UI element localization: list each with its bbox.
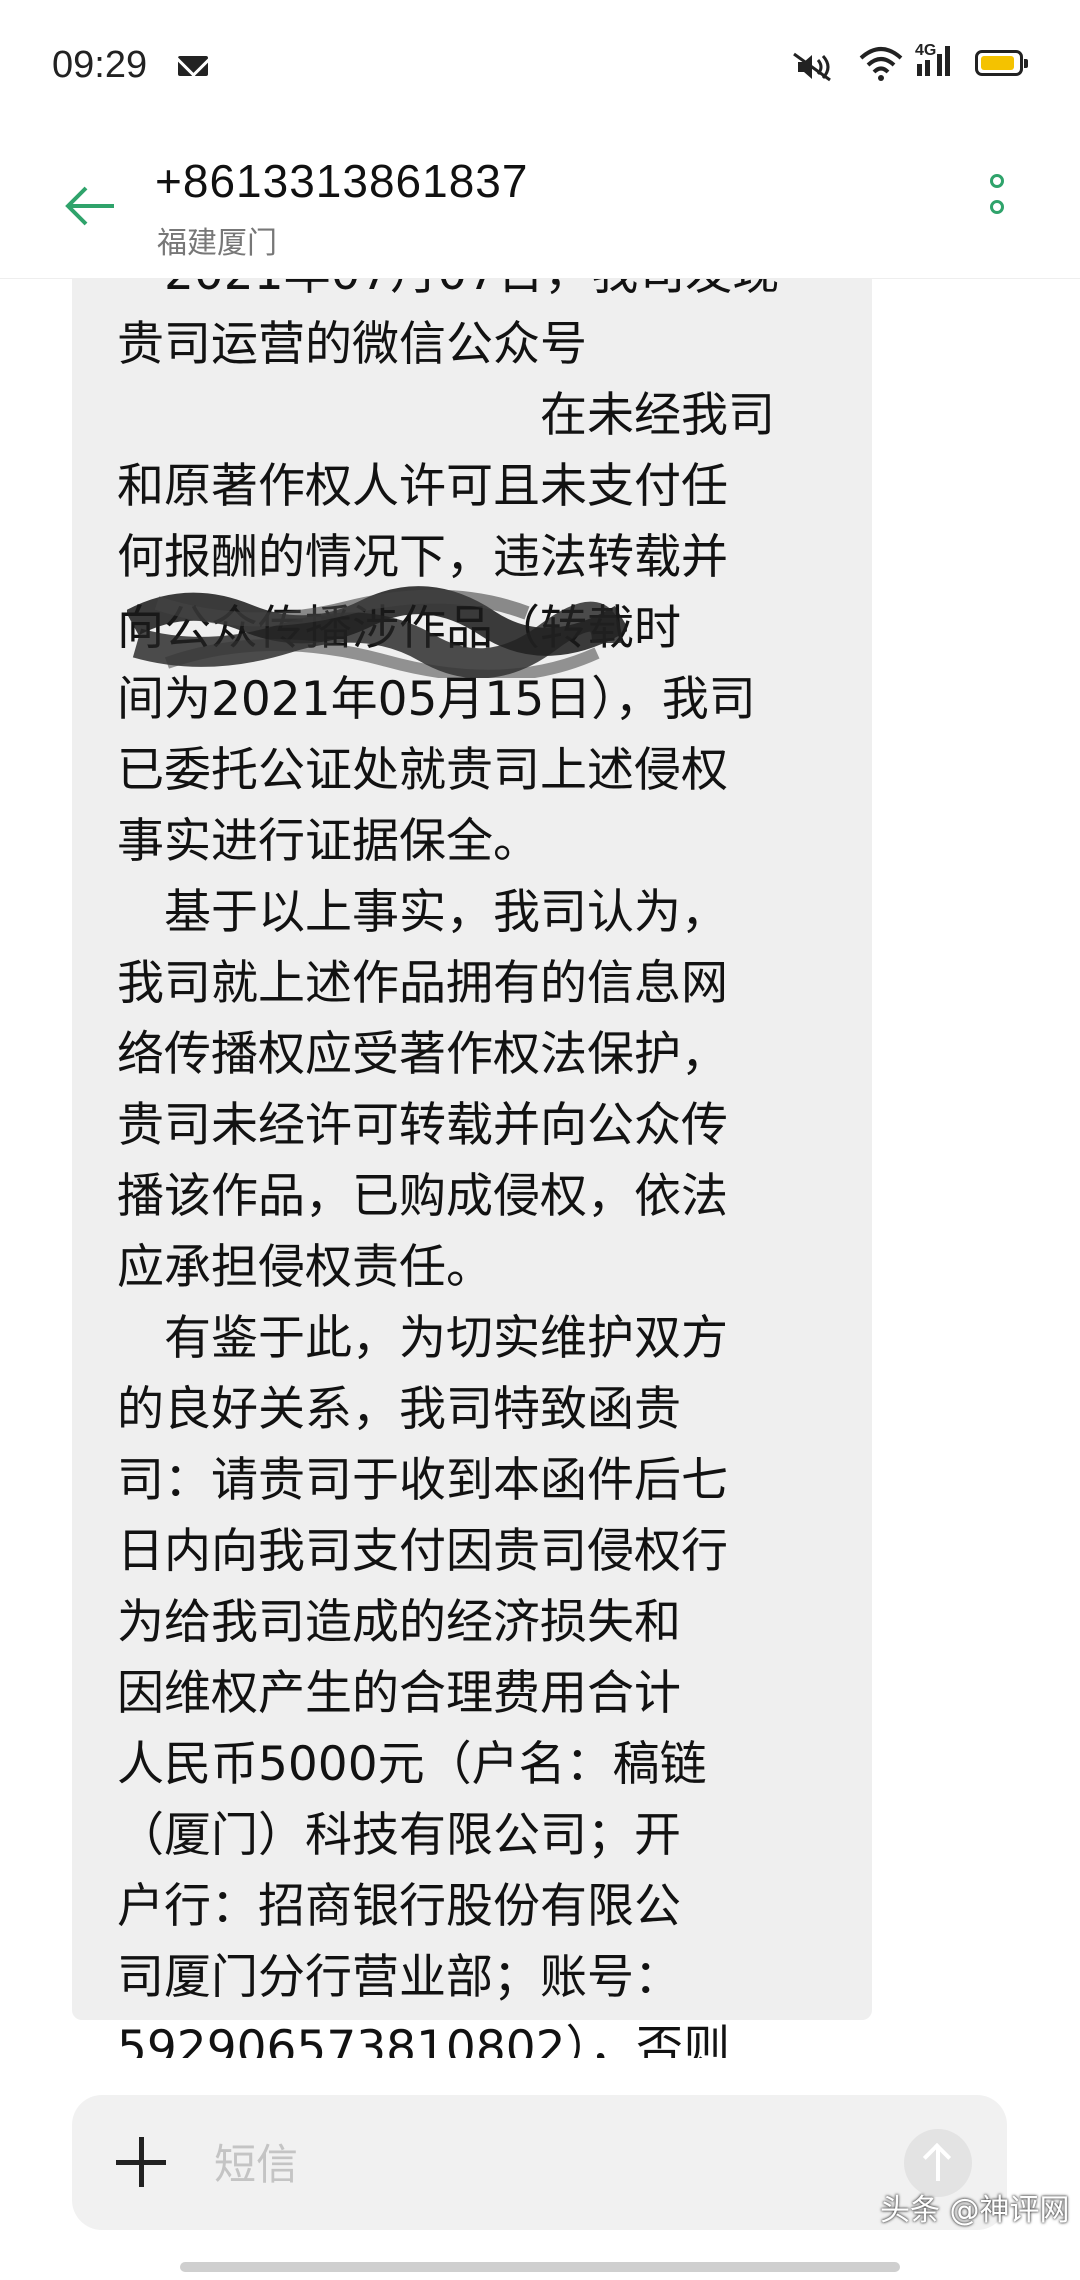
message-line: 的良好关系，我司特致函贵 [117,1382,681,1437]
message-line: 贵司未经许可转载并向公众传 [117,1098,728,1153]
message-line: 司厦门分行营业部；账号： [117,1950,681,2005]
message-line: 基于以上事实，我司认为， [117,885,728,940]
message-line: 应承担侵权责任。 [117,1240,493,1295]
message-line: 户行：招商银行股份有限公 [117,1879,681,1934]
message-line: 因维权产生的合理费用合计 [117,1666,681,1721]
message-text: 2021年07月07日，我司发现贵司运营的微信公众号 在未经我司和原著作权人许可… [117,278,817,2058]
message-line: 贵司运营的微信公众号 [117,317,587,372]
status-time: 09:29 [52,44,148,86]
redaction-scribble [127,586,627,678]
gesture-nav-bar[interactable] [180,2262,900,2272]
signal-icon: 4G [915,42,965,82]
contact-location: 福建厦门 [157,226,277,261]
watermark: 头条 @神评网 [880,2193,1070,2228]
message-line: 人民币5000元（户名：稿链 [117,1737,707,1792]
message-line: 有鉴于此，为切实维护双方 [117,1311,728,1366]
message-line: 事实进行证据保全。 [117,814,540,869]
message-line: 播该作品，已购成侵权，依法 [117,1169,728,1224]
mail-icon [178,56,208,76]
message-line: 和原著作权人许可且未支付任 [117,459,728,514]
compose-bar [72,2095,1007,2230]
network-type-label: 4G [915,42,937,59]
message-line: 2021年07月07日，我司发现 [117,278,817,309]
wifi-icon [859,47,903,81]
message-line: 日内向我司支付因贵司侵权行 [117,1524,728,1579]
message-line: （厦门）科技有限公司；开 [117,1808,681,1863]
message-line: 司：请贵司于收到本函件后七 [117,1453,728,1508]
message-line: 已委托公证处就贵司上述侵权 [117,743,728,798]
sms-input[interactable] [212,2133,836,2195]
message-line: 在未经我司 [117,388,775,443]
more-vertical-icon[interactable] [980,172,1020,242]
plus-icon[interactable] [114,2135,168,2189]
status-bar: 09:29 4G [0,0,1080,130]
mute-icon [793,52,831,82]
conversation-header: +8613313861837 福建厦门 [0,130,1080,279]
contact-number[interactable]: +8613313861837 [155,154,528,208]
message-bubble[interactable]: 2021年07月07日，我司发现贵司运营的微信公众号 在未经我司和原著作权人许可… [72,278,872,2058]
arrow-left-icon[interactable] [60,176,120,236]
message-list[interactable]: 2021年07月07日，我司发现贵司运营的微信公众号 在未经我司和原著作权人许可… [0,278,1080,2058]
message-line: 络传播权应受著作权法保护， [117,1027,728,1082]
message-line: 592906573810802），否则 [117,2021,731,2058]
message-line: 我司就上述作品拥有的信息网 [117,956,728,1011]
battery-icon [975,50,1028,76]
message-line: 为给我司造成的经济损失和 [117,1595,681,1650]
